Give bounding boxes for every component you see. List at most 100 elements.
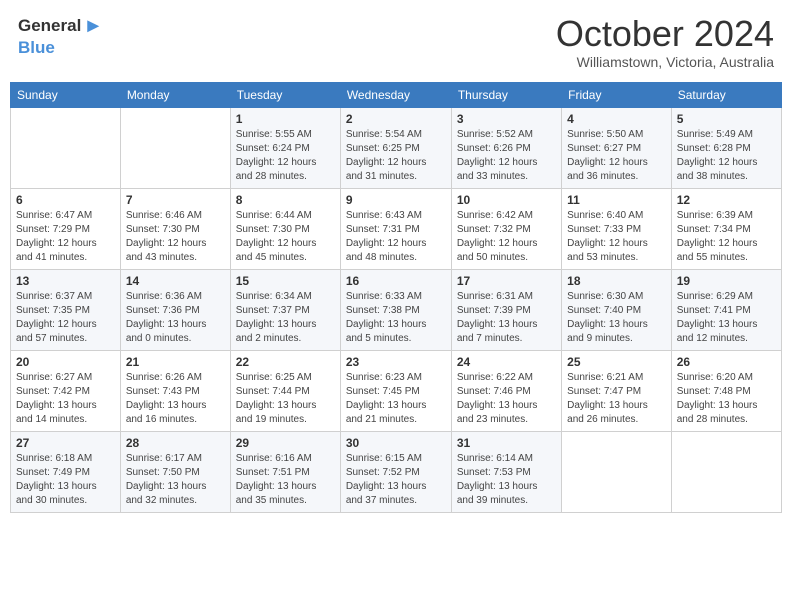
day-info: Sunrise: 6:31 AMSunset: 7:39 PMDaylight:… bbox=[457, 290, 556, 346]
day-number: 27 bbox=[16, 436, 115, 450]
day-info: Sunrise: 6:21 AMSunset: 7:47 PMDaylight:… bbox=[567, 371, 666, 427]
day-number: 14 bbox=[126, 274, 225, 288]
header-day-wednesday: Wednesday bbox=[340, 82, 451, 107]
day-info: Sunrise: 6:44 AMSunset: 7:30 PMDaylight:… bbox=[236, 209, 335, 265]
day-number: 7 bbox=[126, 193, 225, 207]
day-number: 31 bbox=[457, 436, 556, 450]
day-number: 12 bbox=[677, 193, 776, 207]
day-number: 6 bbox=[16, 193, 115, 207]
logo-blue-text: Blue bbox=[18, 38, 55, 58]
day-number: 30 bbox=[346, 436, 446, 450]
calendar-cell: 8Sunrise: 6:44 AMSunset: 7:30 PMDaylight… bbox=[230, 188, 340, 269]
day-info: Sunrise: 6:36 AMSunset: 7:36 PMDaylight:… bbox=[126, 290, 225, 346]
day-number: 28 bbox=[126, 436, 225, 450]
calendar-header: SundayMondayTuesdayWednesdayThursdayFrid… bbox=[11, 82, 782, 107]
day-number: 21 bbox=[126, 355, 225, 369]
day-info: Sunrise: 6:47 AMSunset: 7:29 PMDaylight:… bbox=[16, 209, 115, 265]
day-number: 17 bbox=[457, 274, 556, 288]
calendar-body: 1 Sunrise: 5:55 AMSunset: 6:24 PMDaylight… bbox=[11, 107, 782, 512]
day-info: Sunrise: 6:16 AMSunset: 7:51 PMDaylight:… bbox=[236, 452, 335, 508]
day-info: Sunrise: 5:50 AMSunset: 6:27 PMDaylight:… bbox=[567, 128, 666, 184]
title-area: October 2024 Williamstown, Victoria, Aus… bbox=[556, 14, 774, 70]
header-day-monday: Monday bbox=[120, 82, 230, 107]
calendar-cell: 9Sunrise: 6:43 AMSunset: 7:31 PMDaylight… bbox=[340, 188, 451, 269]
calendar-cell: 11Sunrise: 6:40 AMSunset: 7:33 PMDayligh… bbox=[562, 188, 672, 269]
calendar-cell: 21 Sunrise: 6:26 AMSunset: 7:43 PMDayligh… bbox=[120, 350, 230, 431]
day-info: Sunrise: 5:52 AMSunset: 6:26 PMDaylight:… bbox=[457, 128, 556, 184]
calendar-cell: 26 Sunrise: 6:20 AMSunset: 7:48 PMDayligh… bbox=[671, 350, 781, 431]
week-row-4: 20 Sunrise: 6:27 AMSunset: 7:42 PMDayligh… bbox=[11, 350, 782, 431]
day-info: Sunrise: 6:18 AMSunset: 7:49 PMDaylight:… bbox=[16, 452, 115, 508]
header-day-thursday: Thursday bbox=[451, 82, 561, 107]
calendar-cell: 2 Sunrise: 5:54 AMSunset: 6:25 PMDaylight… bbox=[340, 107, 451, 188]
calendar-cell bbox=[671, 431, 781, 512]
calendar-cell bbox=[120, 107, 230, 188]
calendar-cell: 4 Sunrise: 5:50 AMSunset: 6:27 PMDaylight… bbox=[562, 107, 672, 188]
calendar-cell: 15 Sunrise: 6:34 AMSunset: 7:37 PMDayligh… bbox=[230, 269, 340, 350]
calendar-cell: 28 Sunrise: 6:17 AMSunset: 7:50 PMDayligh… bbox=[120, 431, 230, 512]
calendar-cell: 10Sunrise: 6:42 AMSunset: 7:32 PMDayligh… bbox=[451, 188, 561, 269]
day-number: 26 bbox=[677, 355, 776, 369]
calendar-cell: 25 Sunrise: 6:21 AMSunset: 7:47 PMDayligh… bbox=[562, 350, 672, 431]
calendar-cell: 7Sunrise: 6:46 AMSunset: 7:30 PMDaylight… bbox=[120, 188, 230, 269]
day-info: Sunrise: 6:23 AMSunset: 7:45 PMDaylight:… bbox=[346, 371, 446, 427]
day-number: 19 bbox=[677, 274, 776, 288]
day-number: 29 bbox=[236, 436, 335, 450]
logo: General ► Blue bbox=[18, 14, 103, 58]
header-day-sunday: Sunday bbox=[11, 82, 121, 107]
week-row-5: 27 Sunrise: 6:18 AMSunset: 7:49 PMDayligh… bbox=[11, 431, 782, 512]
calendar-cell: 29 Sunrise: 6:16 AMSunset: 7:51 PMDayligh… bbox=[230, 431, 340, 512]
calendar-cell bbox=[562, 431, 672, 512]
day-info: Sunrise: 6:29 AMSunset: 7:41 PMDaylight:… bbox=[677, 290, 776, 346]
day-info: Sunrise: 6:27 AMSunset: 7:42 PMDaylight:… bbox=[16, 371, 115, 427]
calendar-table: SundayMondayTuesdayWednesdayThursdayFrid… bbox=[10, 82, 782, 513]
day-number: 4 bbox=[567, 112, 666, 126]
day-number: 1 bbox=[236, 112, 335, 126]
day-info: Sunrise: 6:39 AMSunset: 7:34 PMDaylight:… bbox=[677, 209, 776, 265]
month-title: October 2024 bbox=[556, 14, 774, 54]
day-number: 25 bbox=[567, 355, 666, 369]
day-number: 2 bbox=[346, 112, 446, 126]
day-info: Sunrise: 6:37 AMSunset: 7:35 PMDaylight:… bbox=[16, 290, 115, 346]
week-row-3: 13Sunrise: 6:37 AMSunset: 7:35 PMDayligh… bbox=[11, 269, 782, 350]
day-info: Sunrise: 6:22 AMSunset: 7:46 PMDaylight:… bbox=[457, 371, 556, 427]
day-number: 3 bbox=[457, 112, 556, 126]
day-number: 15 bbox=[236, 274, 335, 288]
day-number: 18 bbox=[567, 274, 666, 288]
calendar-cell: 16Sunrise: 6:33 AMSunset: 7:38 PMDayligh… bbox=[340, 269, 451, 350]
day-info: Sunrise: 6:30 AMSunset: 7:40 PMDaylight:… bbox=[567, 290, 666, 346]
calendar-cell: 23 Sunrise: 6:23 AMSunset: 7:45 PMDayligh… bbox=[340, 350, 451, 431]
header-row: SundayMondayTuesdayWednesdayThursdayFrid… bbox=[11, 82, 782, 107]
week-row-2: 6 Sunrise: 6:47 AMSunset: 7:29 PMDaylight… bbox=[11, 188, 782, 269]
calendar-cell: 1 Sunrise: 5:55 AMSunset: 6:24 PMDaylight… bbox=[230, 107, 340, 188]
calendar-cell: 18 Sunrise: 6:30 AMSunset: 7:40 PMDayligh… bbox=[562, 269, 672, 350]
calendar-cell: 6 Sunrise: 6:47 AMSunset: 7:29 PMDaylight… bbox=[11, 188, 121, 269]
day-number: 23 bbox=[346, 355, 446, 369]
day-number: 20 bbox=[16, 355, 115, 369]
calendar-cell: 14 Sunrise: 6:36 AMSunset: 7:36 PMDayligh… bbox=[120, 269, 230, 350]
location-subtitle: Williamstown, Victoria, Australia bbox=[556, 54, 774, 70]
day-info: Sunrise: 6:17 AMSunset: 7:50 PMDaylight:… bbox=[126, 452, 225, 508]
logo-general-text: General bbox=[18, 16, 81, 36]
day-number: 10 bbox=[457, 193, 556, 207]
calendar-cell: 22Sunrise: 6:25 AMSunset: 7:44 PMDayligh… bbox=[230, 350, 340, 431]
day-info: Sunrise: 5:55 AMSunset: 6:24 PMDaylight:… bbox=[236, 128, 335, 184]
calendar-cell: 19 Sunrise: 6:29 AMSunset: 7:41 PMDayligh… bbox=[671, 269, 781, 350]
day-info: Sunrise: 6:40 AMSunset: 7:33 PMDaylight:… bbox=[567, 209, 666, 265]
calendar-cell: 27 Sunrise: 6:18 AMSunset: 7:49 PMDayligh… bbox=[11, 431, 121, 512]
day-info: Sunrise: 6:25 AMSunset: 7:44 PMDaylight:… bbox=[236, 371, 335, 427]
calendar-cell: 13Sunrise: 6:37 AMSunset: 7:35 PMDayligh… bbox=[11, 269, 121, 350]
day-info: Sunrise: 6:43 AMSunset: 7:31 PMDaylight:… bbox=[346, 209, 446, 265]
day-info: Sunrise: 6:26 AMSunset: 7:43 PMDaylight:… bbox=[126, 371, 225, 427]
day-info: Sunrise: 6:34 AMSunset: 7:37 PMDaylight:… bbox=[236, 290, 335, 346]
calendar-cell: 31Sunrise: 6:14 AMSunset: 7:53 PMDayligh… bbox=[451, 431, 561, 512]
day-info: Sunrise: 6:20 AMSunset: 7:48 PMDaylight:… bbox=[677, 371, 776, 427]
page-header: General ► Blue October 2024 Williamstown… bbox=[10, 10, 782, 74]
calendar-cell: 5Sunrise: 5:49 AMSunset: 6:28 PMDaylight… bbox=[671, 107, 781, 188]
day-info: Sunrise: 5:49 AMSunset: 6:28 PMDaylight:… bbox=[677, 128, 776, 184]
day-info: Sunrise: 5:54 AMSunset: 6:25 PMDaylight:… bbox=[346, 128, 446, 184]
calendar-cell: 3 Sunrise: 5:52 AMSunset: 6:26 PMDaylight… bbox=[451, 107, 561, 188]
calendar-cell: 12 Sunrise: 6:39 AMSunset: 7:34 PMDayligh… bbox=[671, 188, 781, 269]
week-row-1: 1 Sunrise: 5:55 AMSunset: 6:24 PMDaylight… bbox=[11, 107, 782, 188]
header-day-tuesday: Tuesday bbox=[230, 82, 340, 107]
